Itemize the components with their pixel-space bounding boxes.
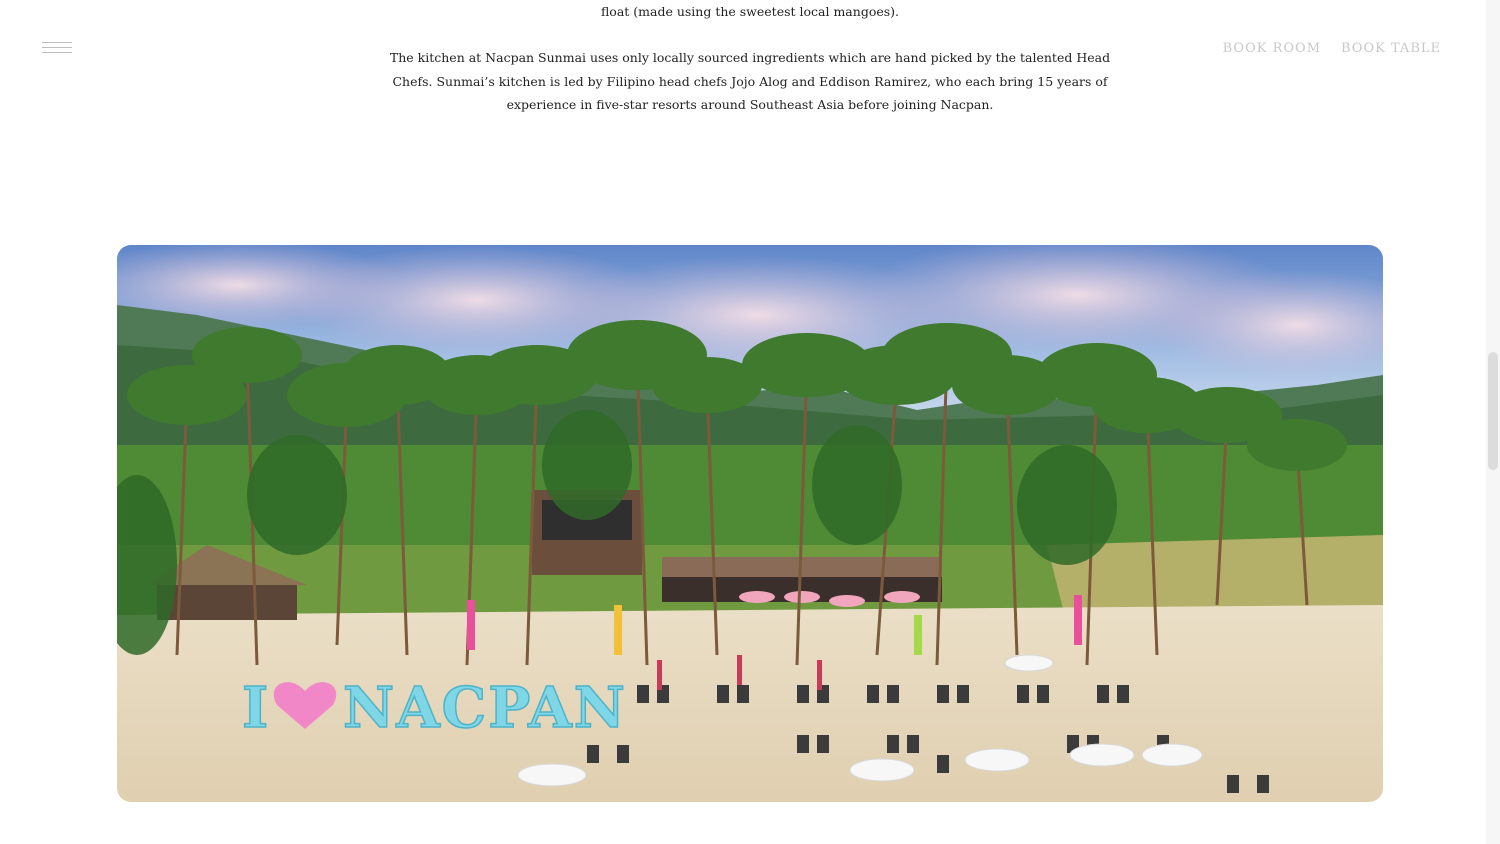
hamburger-menu-icon[interactable] xyxy=(42,42,72,56)
book-room-link[interactable]: BOOK ROOM xyxy=(1223,41,1321,56)
text-fragment: float (made using the sweetest local man… xyxy=(600,4,900,19)
sign-word-nacpan: NACPAN xyxy=(343,675,627,741)
top-nav: BOOK ROOM BOOK TABLE xyxy=(1223,41,1441,56)
beach-hero-image: I NACPAN xyxy=(117,245,1383,802)
sign-letter-i: I xyxy=(242,675,268,741)
scrollbar-thumb[interactable] xyxy=(1488,352,1498,470)
kitchen-paragraph: The kitchen at Nacpan Sunmai uses only l… xyxy=(389,50,1111,112)
book-table-link[interactable]: BOOK TABLE xyxy=(1341,41,1441,56)
page-scrollbar[interactable] xyxy=(1486,0,1500,844)
